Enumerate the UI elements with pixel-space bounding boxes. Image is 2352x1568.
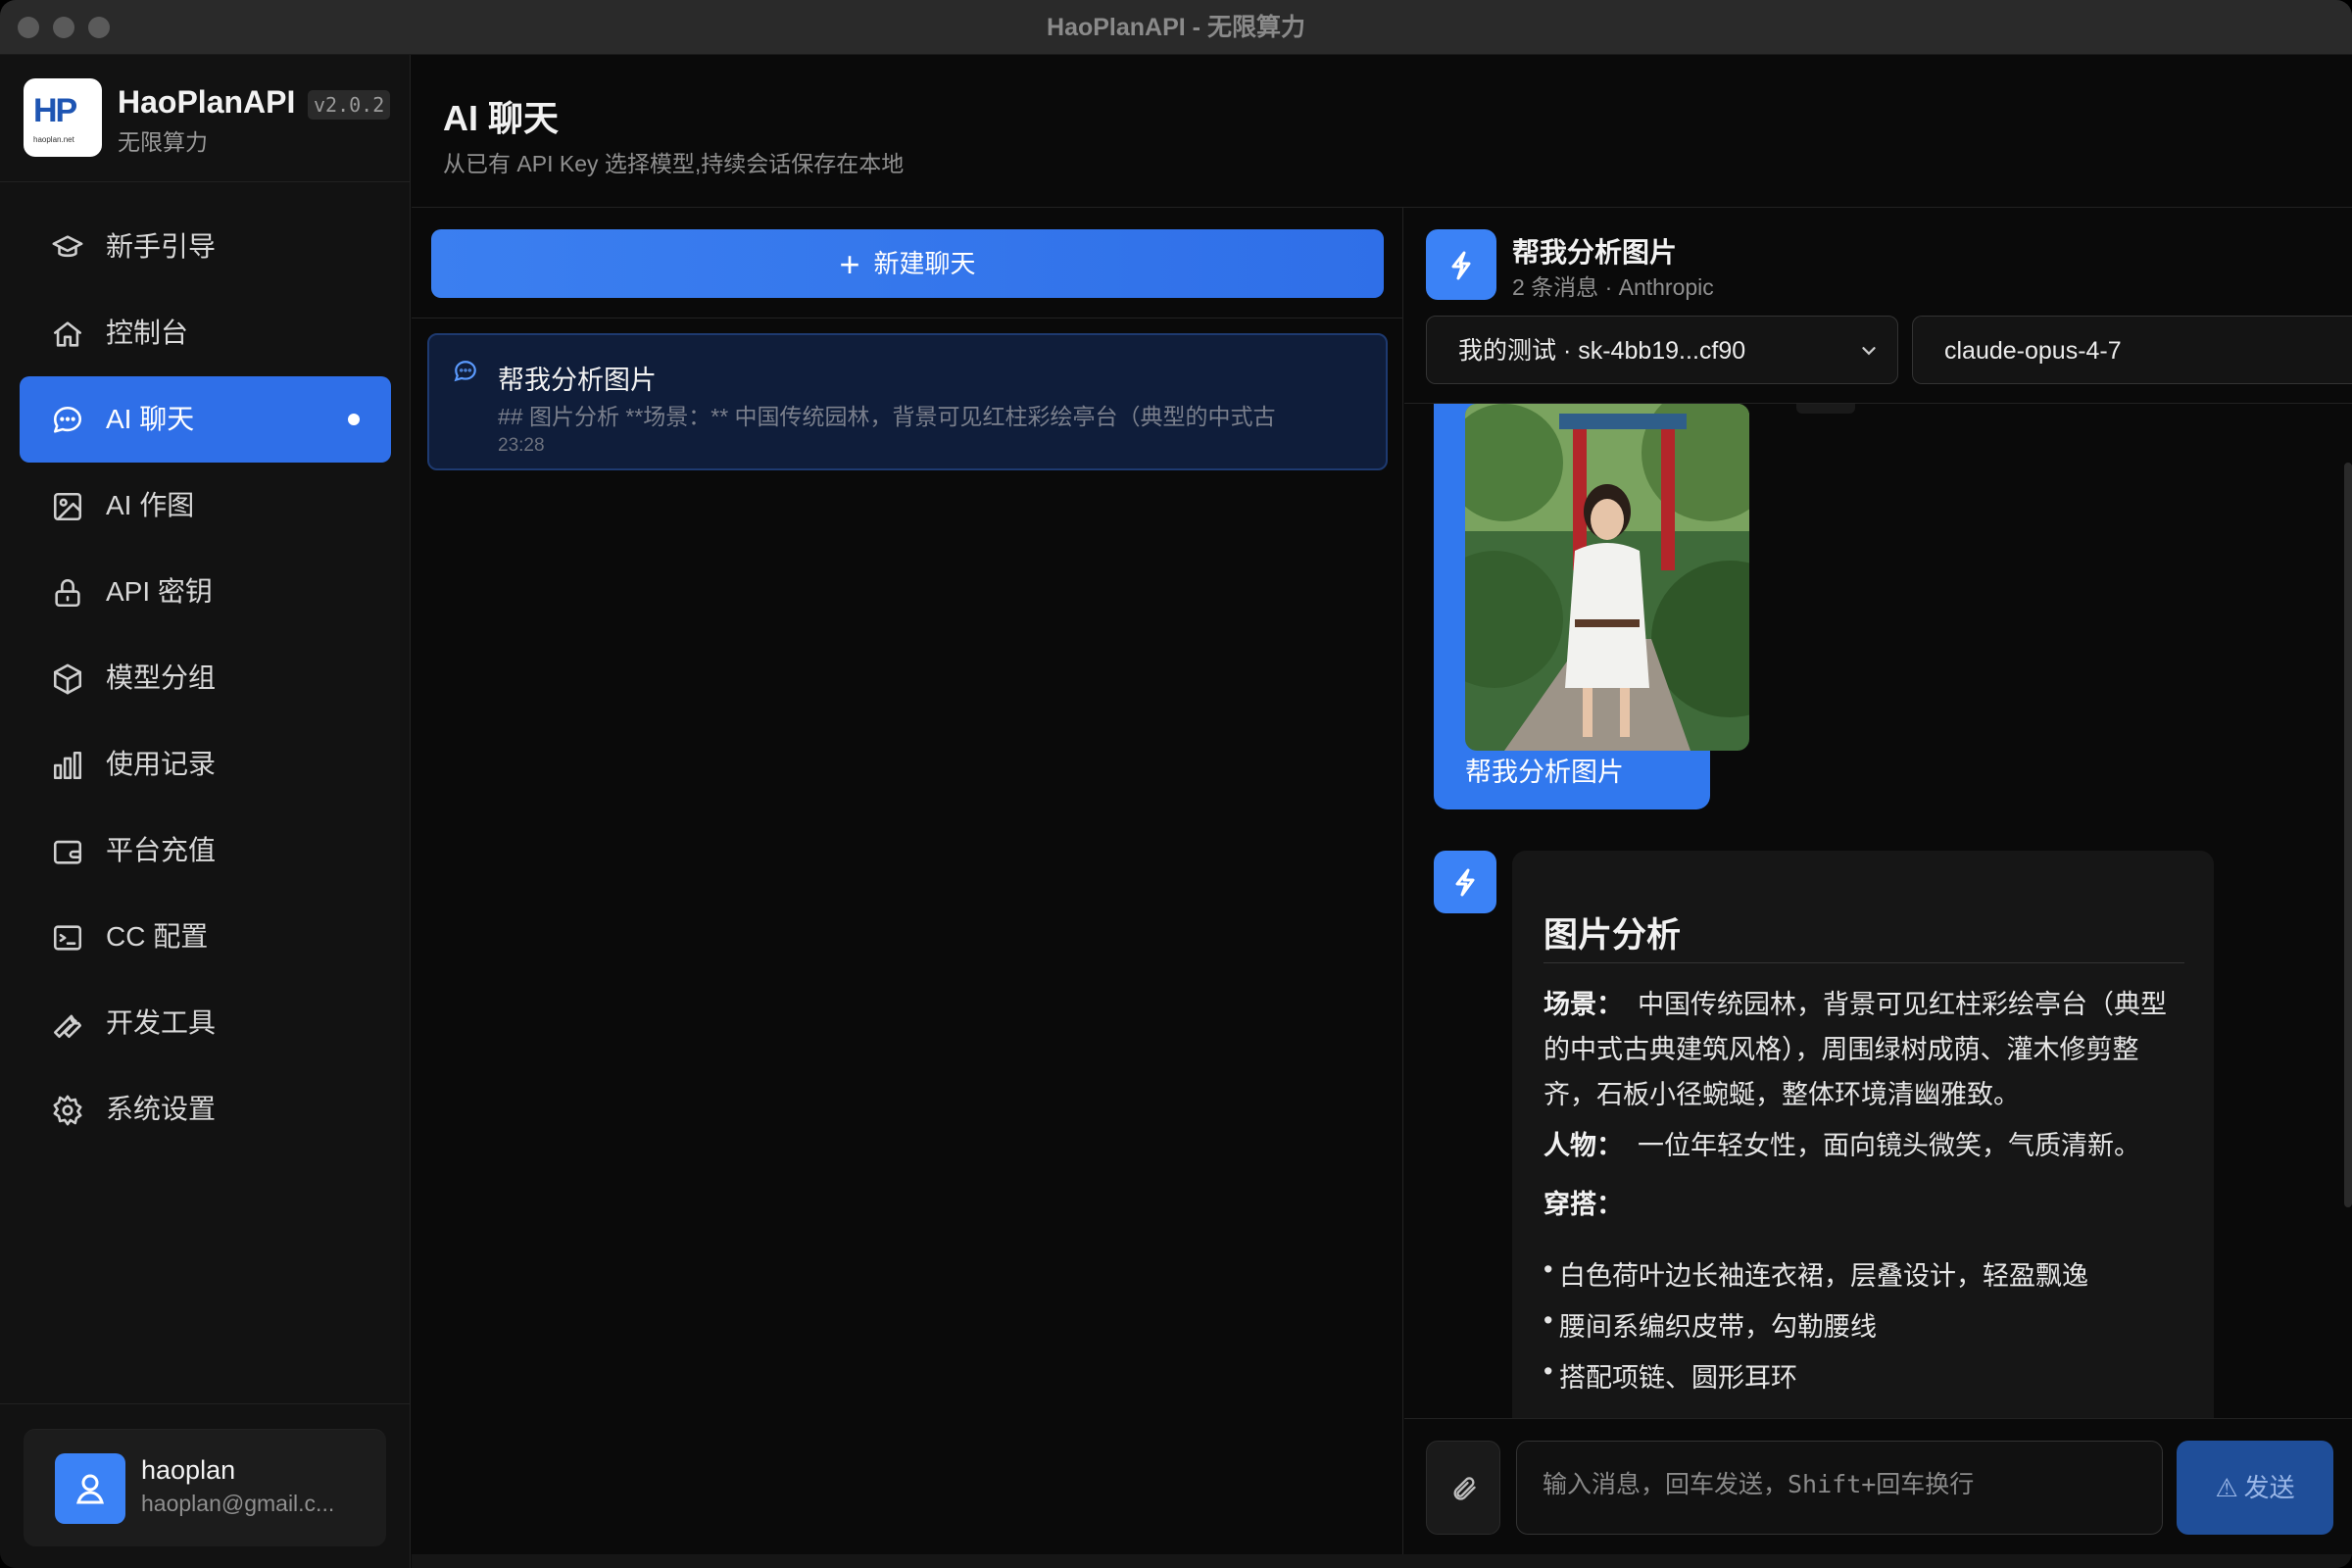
- message-list[interactable]: 帮我分析图片 图片分析 场景： 中国传统园林，背景可见红柱彩绘亭台（典型的中式古…: [1404, 404, 2352, 1418]
- title-bar: HaoPlanAPI - 无限算力: [0, 0, 2352, 55]
- page-header: AI 聊天 从已有 API Key 选择模型,持续会话保存在本地: [412, 55, 2352, 208]
- user-name: haoplan: [141, 1455, 236, 1485]
- sidebar-item-api-keys[interactable]: API 密钥: [20, 549, 391, 635]
- wallet-icon: [53, 840, 82, 864]
- user-message-text: 帮我分析图片: [1465, 758, 1624, 787]
- sidebar-item-dev-tools[interactable]: 开发工具: [20, 980, 391, 1066]
- attached-photo[interactable]: [1465, 404, 1749, 751]
- list-item: 搭配项链、圆形耳环: [1544, 1356, 1797, 1395]
- sidebar-item-recharge[interactable]: 平台充值: [20, 808, 391, 894]
- avatar: [55, 1453, 125, 1524]
- sidebar-item-model-groups[interactable]: 模型分组: [20, 635, 391, 721]
- bar-chart-icon: [53, 751, 82, 780]
- chevron-down-icon: [1862, 347, 1876, 356]
- send-button[interactable]: ⚠ 发送: [2177, 1441, 2333, 1535]
- conversation-title: 帮我分析图片: [498, 366, 657, 395]
- sidebar-item-settings[interactable]: 系统设置: [20, 1066, 391, 1152]
- response-person: 人物： 一位年轻女性，面向镜头微笑，气质清新。: [1544, 1131, 2141, 1160]
- response-heading: 图片分析: [1544, 916, 1682, 955]
- lock-icon: [55, 579, 80, 608]
- gear-icon: [53, 1095, 82, 1126]
- plus-icon: +: [839, 244, 860, 284]
- image-icon: [53, 492, 82, 521]
- composer: 输入消息，回车发送，Shift+回车换行 ⚠ 发送: [1404, 1418, 2352, 1554]
- conversation-time: 23:28: [498, 435, 545, 456]
- conversation-item[interactable]: 帮我分析图片 ## 图片分析 **场景：** 中国传统园林，背景可见红柱彩绘亭台…: [427, 333, 1388, 470]
- list-item: 白色荷叶边长袖连衣裙，层叠设计，轻盈飘逸: [1544, 1254, 2088, 1293]
- message-input[interactable]: 输入消息，回车发送，Shift+回车换行: [1516, 1441, 2163, 1535]
- sidebar-item-ai-image[interactable]: AI 作图: [20, 463, 391, 549]
- paperclip-icon: [1453, 1477, 1476, 1500]
- chat-bubble-icon: [454, 361, 476, 382]
- api-key-select[interactable]: 我的测试 · sk-4bb19...cf90: [1426, 316, 1898, 384]
- chat-title: 帮我分析图片: [1512, 237, 1678, 268]
- lightning-icon: [1426, 229, 1496, 300]
- model-select[interactable]: claude-opus-4-7: [1912, 316, 2352, 384]
- sidebar-item-usage-log[interactable]: 使用记录: [20, 721, 391, 808]
- brand-name: HaoPlanAPI: [118, 84, 296, 120]
- chat-panel: 帮我分析图片 2 条消息 · Anthropic 我的测试 · sk-4bb19…: [1404, 208, 2352, 1554]
- app-window: HaoPlanAPI - 无限算力 HP haoplan.net HaoPlan…: [0, 0, 2352, 1568]
- chat-header: 帮我分析图片 2 条消息 · Anthropic 我的测试 · sk-4bb19…: [1404, 208, 2352, 404]
- warning-icon: ⚠: [2215, 1473, 2238, 1502]
- new-chat-button[interactable]: + 新建聊天: [431, 229, 1384, 298]
- graduation-cap-icon: [52, 235, 83, 258]
- response-outfit-label: 穿搭：: [1544, 1190, 1623, 1219]
- assistant-message: 图片分析 场景： 中国传统园林，背景可见红柱彩绘亭台（典型的中式古典建筑风格），…: [1512, 851, 2214, 1418]
- sidebar-item-onboarding[interactable]: 新手引导: [20, 204, 391, 290]
- version-badge: v2.0.2: [308, 90, 391, 120]
- response-scene: 场景： 中国传统园林，背景可见红柱彩绘亭台（典型的中式古典建筑风格），周围绿树成…: [1544, 990, 2168, 1109]
- scrollbar[interactable]: [2344, 463, 2352, 1207]
- cube-icon: [53, 663, 82, 695]
- brand: HP haoplan.net HaoPlanAPI v2.0.2 无限算力: [0, 55, 411, 182]
- chat-meta: 2 条消息 · Anthropic: [1512, 274, 1714, 300]
- lightning-icon: [1434, 851, 1496, 913]
- page-title: AI 聊天: [443, 98, 560, 138]
- sidebar-nav: 新手引导 控制台 AI 聊天 AI 作图 API 密钥 模型分组 使用记录 平台…: [20, 204, 391, 1152]
- brand-logo: HP haoplan.net: [24, 78, 102, 157]
- active-indicator: [348, 414, 360, 425]
- user-icon: [76, 1474, 104, 1504]
- attach-button[interactable]: [1426, 1441, 1500, 1535]
- wrench-icon: [53, 1014, 82, 1039]
- conversation-list: + 新建聊天 帮我分析图片 ## 图片分析 **场景：** 中国传统园林，背景可见…: [412, 208, 1403, 1554]
- terminal-icon: [53, 925, 82, 951]
- sidebar-item-cc-config[interactable]: CC 配置: [20, 894, 391, 980]
- user-email: haoplan@gmail.c...: [141, 1491, 335, 1516]
- sidebar: HP haoplan.net HaoPlanAPI v2.0.2 无限算力 新手…: [0, 55, 411, 1568]
- home-icon: [53, 321, 82, 347]
- conversation-preview: ## 图片分析 **场景：** 中国传统园林，背景可见红柱彩绘亭台（典型的中式古: [498, 404, 1276, 429]
- user-message: 帮我分析图片: [1434, 404, 1749, 809]
- user-card[interactable]: haoplan haoplan@gmail.c...: [24, 1429, 386, 1546]
- list-item: 腰间系编织皮带，勾勒腰线: [1544, 1305, 1877, 1344]
- page-subtitle: 从已有 API Key 选择模型,持续会话保存在本地: [443, 151, 905, 176]
- chat-bubble-icon: [53, 406, 82, 433]
- sidebar-item-ai-chat[interactable]: AI 聊天: [20, 376, 391, 463]
- window-title: HaoPlanAPI - 无限算力: [1047, 14, 1305, 41]
- brand-tagline: 无限算力: [118, 129, 208, 155]
- sidebar-item-dashboard[interactable]: 控制台: [20, 290, 391, 376]
